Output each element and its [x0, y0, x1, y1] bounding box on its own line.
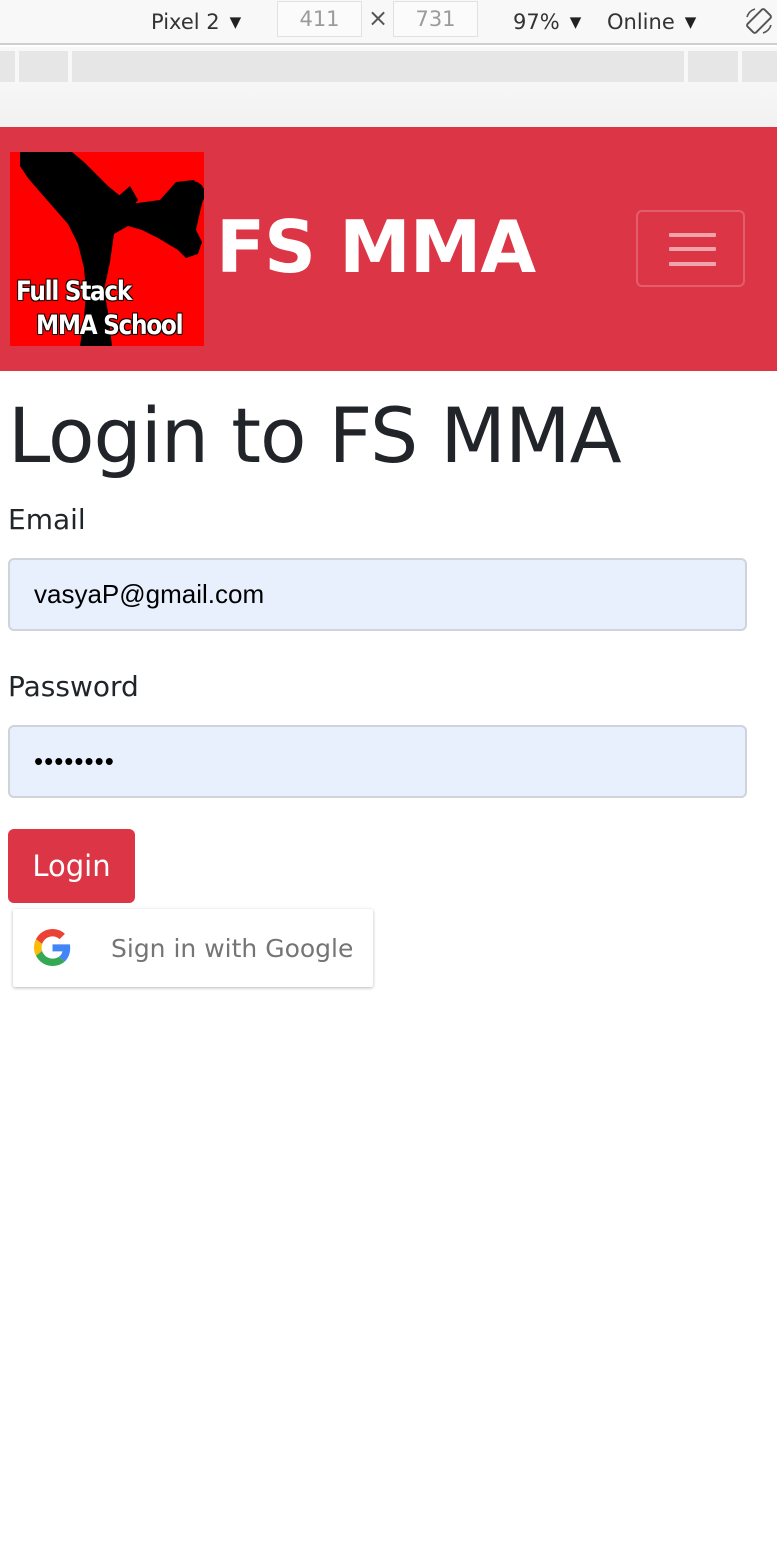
hamburger-bar — [669, 262, 716, 266]
device-label: Pixel 2 — [151, 9, 220, 34]
dimension-separator: × — [368, 4, 389, 32]
hamburger-icon[interactable] — [636, 210, 745, 287]
password-label: Password — [8, 670, 139, 703]
ruler-segment[interactable] — [742, 51, 777, 82]
zoom-select[interactable]: 97% ▼ — [513, 0, 581, 43]
zoom-label: 97% — [513, 9, 560, 34]
rotate-icon[interactable] — [744, 6, 774, 36]
school-logo[interactable]: Full Stack MMA School — [10, 152, 204, 346]
page-title: Login to FS MMA — [8, 391, 622, 480]
chevron-down-icon: ▼ — [684, 12, 697, 31]
ruler-segment[interactable] — [688, 51, 738, 82]
ruler-segment[interactable] — [19, 51, 68, 82]
network-select[interactable]: Online ▼ — [607, 0, 696, 43]
viewport-gap — [0, 82, 777, 127]
devtools-toolbar: Pixel 2 ▼ 411 × 731 97% ▼ Online ▼ — [0, 0, 777, 45]
ruler-segment[interactable] — [0, 51, 15, 82]
brand-link[interactable]: FS MMA — [216, 211, 536, 283]
logo-text-line2: MMA School — [36, 310, 184, 341]
chevron-down-icon: ▼ — [229, 12, 242, 31]
network-label: Online — [607, 9, 675, 34]
chevron-down-icon: ▼ — [569, 12, 582, 31]
navbar: Full Stack MMA School FS MMA — [0, 127, 777, 371]
width-input[interactable]: 411 — [277, 1, 362, 37]
logo-text-line1: Full Stack — [16, 276, 132, 307]
media-query-ruler — [0, 47, 777, 82]
hamburger-bar — [669, 233, 716, 237]
google-signin-label: Sign in with Google — [111, 933, 354, 963]
height-input[interactable]: 731 — [393, 1, 478, 37]
hamburger-bar — [669, 247, 716, 251]
login-button[interactable]: Login — [8, 829, 135, 903]
email-field[interactable] — [8, 558, 747, 631]
password-field[interactable] — [8, 725, 747, 798]
google-signin-button[interactable]: Sign in with Google — [13, 909, 373, 987]
email-label: Email — [8, 503, 86, 536]
ruler-segment[interactable] — [72, 51, 684, 82]
google-icon — [34, 929, 71, 966]
device-select[interactable]: Pixel 2 ▼ — [151, 0, 241, 43]
